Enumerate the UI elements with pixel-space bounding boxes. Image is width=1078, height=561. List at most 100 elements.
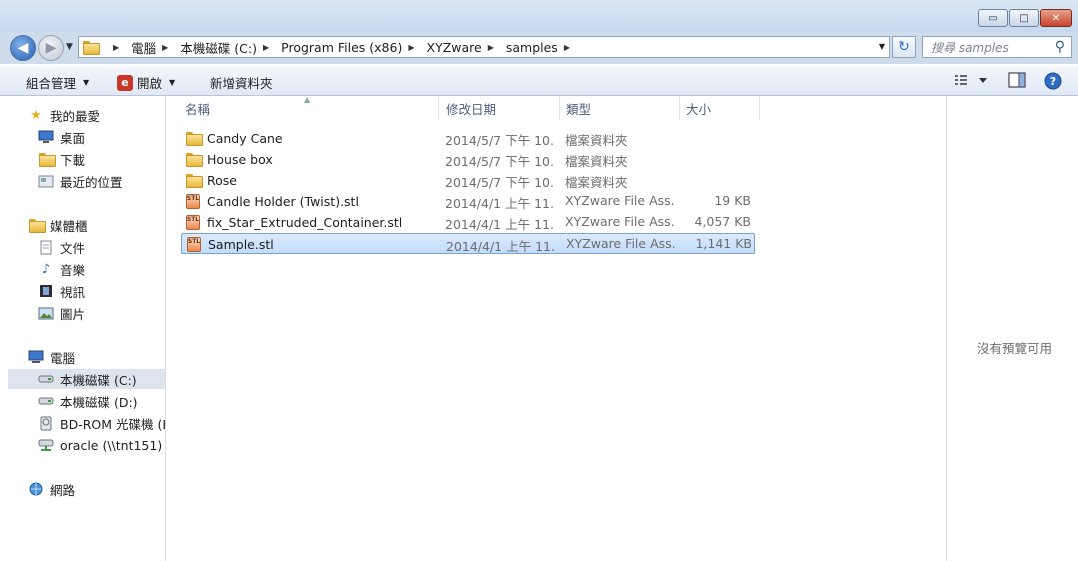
documents-icon [38,239,54,255]
forward-arrow-icon: ▶ [45,40,57,56]
hard-drive-icon [38,371,54,387]
breadcrumb-program-files[interactable]: Program Files (x86) ▶ [279,40,424,55]
column-header-type[interactable]: 類型 [560,96,680,120]
stl-file-icon: STL [185,193,201,209]
preview-pane-button[interactable] [1008,72,1026,91]
breadcrumb-drive-c[interactable]: 本機磁碟 (C:) ▶ [178,38,279,57]
column-header-date[interactable]: 修改日期 [440,96,560,120]
view-options-button[interactable] [954,72,988,91]
nav-recent[interactable]: 最近的位置 [38,171,123,191]
computer-icon [28,349,44,365]
chevron-down-icon: ▼ [169,78,176,87]
search-placeholder: 搜尋 samples [931,40,1009,55]
file-row-star-container[interactable]: STL fix_Star_Extruded_Container.stl 2014/… [181,212,755,233]
command-bar: 組合管理 ▼ e 開啟 ▼ 新增資料夾 ? [0,64,1078,96]
search-input[interactable]: 搜尋 samples ⚲ [922,36,1072,58]
close-icon: ✕ [1051,12,1061,24]
nav-computer[interactable]: 電腦 [28,347,75,367]
music-icon: ♪ [41,261,51,277]
no-preview-text: 沒有預覽可用 [977,341,1053,356]
title-bar: ▭ □ ✕ [0,0,1078,32]
column-header-name[interactable]: 名稱 [179,96,439,120]
nav-documents[interactable]: 文件 [38,237,85,257]
close-button[interactable]: ✕ [1040,9,1072,27]
minimize-button[interactable]: ▭ [978,9,1008,27]
nav-downloads[interactable]: 下載 [38,149,85,169]
file-date: 2014/5/7 下午 10... [445,133,555,148]
file-date: 2014/4/1 上午 11... [445,196,555,211]
forward-button[interactable]: ▶ [38,35,64,61]
organize-button[interactable]: 組合管理 ▼ [26,73,89,92]
network-icon [28,481,44,497]
pictures-icon [38,305,54,321]
navigation-pane[interactable]: ★我的最愛 桌面 下載 最近的位置 媒體櫃 文件 ♪音樂 視訊 圖片 電腦 [0,96,166,561]
chevron-right-icon: ▶ [162,42,169,52]
stl-file-icon: STL [186,236,202,252]
new-folder-button[interactable]: 新增資料夾 [210,73,273,92]
refresh-button[interactable]: ↻ [892,36,916,58]
window-controls: ▭ □ ✕ [977,9,1072,27]
network-drive-icon [38,437,54,453]
maximize-icon: □ [1019,12,1029,24]
folder-icon [83,40,101,55]
nav-bdrom[interactable]: BD-ROM 光碟機 (E: [38,413,165,433]
libraries-icon [28,217,46,233]
folder-icon [185,130,203,146]
nav-desktop[interactable]: 桌面 [38,127,85,147]
file-row-candy-cane[interactable]: Candy Cane 2014/5/7 下午 10... 檔案資料夾 [181,128,755,149]
file-date: 2014/5/7 下午 10... [445,154,555,169]
file-type: 檔案資料夾 [565,175,628,190]
nav-network-drive-z[interactable]: oracle (\\tnt151) (Z [38,435,165,455]
svg-text:?: ? [1050,75,1056,88]
refresh-icon: ↻ [898,39,910,55]
nav-libraries[interactable]: 媒體櫃 [28,215,88,235]
column-header-size[interactable]: 大小 [680,96,760,120]
help-icon: ? [1044,72,1062,90]
breadcrumb-computer[interactable]: 電腦 ▶ [129,38,178,57]
nav-favorites[interactable]: ★ 我的最愛 [28,105,100,125]
back-button[interactable]: ◀ [10,35,36,61]
nav-videos[interactable]: 視訊 [38,281,85,301]
nav-drive-c[interactable]: 本機磁碟 (C:) [8,369,165,389]
open-button[interactable]: e 開啟 ▼ [117,73,175,92]
file-size: 4,057 KB [694,214,751,229]
recent-pages-dropdown[interactable]: ▼ [66,42,73,52]
file-type: XYZware File Ass... [565,193,675,208]
chevron-right-icon: ▶ [408,42,415,52]
file-size: 19 KB [714,193,751,208]
chevron-right-icon: ▶ [563,42,570,52]
file-type: XYZware File Ass... [565,214,675,229]
breadcrumb-root[interactable]: ▶ [105,43,129,52]
nav-drive-d[interactable]: 本機磁碟 (D:) [38,391,138,411]
nav-music[interactable]: ♪ 音樂 [38,259,85,279]
videos-icon [38,283,54,299]
search-icon[interactable]: ⚲ [1055,39,1065,55]
address-bar[interactable]: ▶ 電腦 ▶ 本機磁碟 (C:) ▶ Program Files (x86) ▶ XY… [78,36,890,58]
file-row-candle-holder[interactable]: STL Candle Holder (Twist).stl 2014/4/1 上午… [181,191,755,212]
downloads-icon [38,151,56,167]
view-list-icon [955,75,987,85]
help-button[interactable]: ? [1044,72,1062,93]
breadcrumb-samples[interactable]: samples ▶ [504,40,580,55]
chevron-right-icon: ▶ [113,42,120,52]
file-row-sample[interactable]: STL Sample.stl 2014/4/1 上午 11... XYZware … [181,233,755,254]
breadcrumb-xyzware[interactable]: XYZware ▶ [425,40,504,55]
back-arrow-icon: ◀ [17,40,29,56]
chevron-down-icon: ▼ [83,78,90,87]
file-row-rose[interactable]: Rose 2014/5/7 下午 10... 檔案資料夾 [181,170,755,191]
folder-icon [185,172,203,188]
file-row-house-box[interactable]: House box 2014/5/7 下午 10... 檔案資料夾 [181,149,755,170]
folder-icon [185,151,203,167]
maximize-button[interactable]: □ [1009,9,1039,27]
address-row: ◀ ▶ ▼ ▶ 電腦 ▶ 本機磁碟 (C:) ▶ Program Files (x8… [0,32,1078,62]
nav-pictures[interactable]: 圖片 [38,303,85,323]
address-dropdown-icon[interactable]: ▼ [879,42,885,51]
file-date: 2014/5/7 下午 10... [445,175,555,190]
nav-network[interactable]: 網路 [28,479,75,499]
desktop-icon [38,129,54,145]
file-list[interactable]: ▲ 名稱 修改日期 類型 大小 Candy Cane 2014/5/7 下午 1… [167,95,945,561]
star-icon: ★ [30,107,42,123]
minimize-icon: ▭ [988,12,998,24]
recent-places-icon [38,173,54,189]
file-type: 檔案資料夾 [565,133,628,148]
